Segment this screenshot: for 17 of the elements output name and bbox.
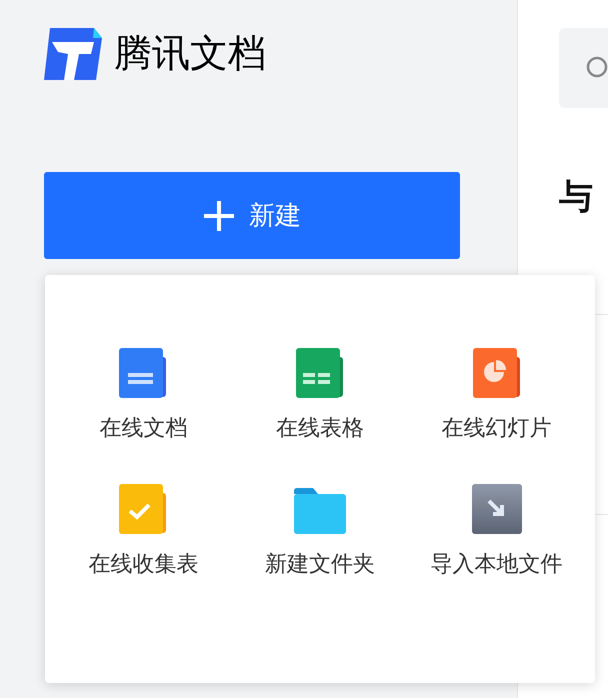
pie-chart-document-icon — [472, 347, 522, 399]
plus-icon — [203, 200, 235, 232]
create-option[interactable]: 新建文件夹 — [232, 481, 408, 575]
document-icon — [118, 347, 168, 399]
create-option[interactable]: 在线文档 — [55, 345, 232, 439]
create-option[interactable]: 导入本地文件 — [408, 481, 585, 575]
create-option[interactable]: 在线表格 — [232, 345, 408, 439]
folder-icon — [292, 487, 347, 535]
search-field[interactable] — [559, 28, 608, 108]
spreadsheet-icon — [294, 347, 345, 399]
create-option[interactable]: 在线幻灯片 — [408, 345, 585, 439]
section-heading: 与 — [559, 180, 594, 214]
checkmark-document-icon — [118, 483, 168, 535]
new-button[interactable]: 新建 — [44, 172, 460, 259]
logo-icon — [44, 28, 104, 80]
brand-name: 腾讯文档 — [114, 35, 266, 73]
create-option[interactable]: 在线收集表 — [55, 481, 232, 575]
